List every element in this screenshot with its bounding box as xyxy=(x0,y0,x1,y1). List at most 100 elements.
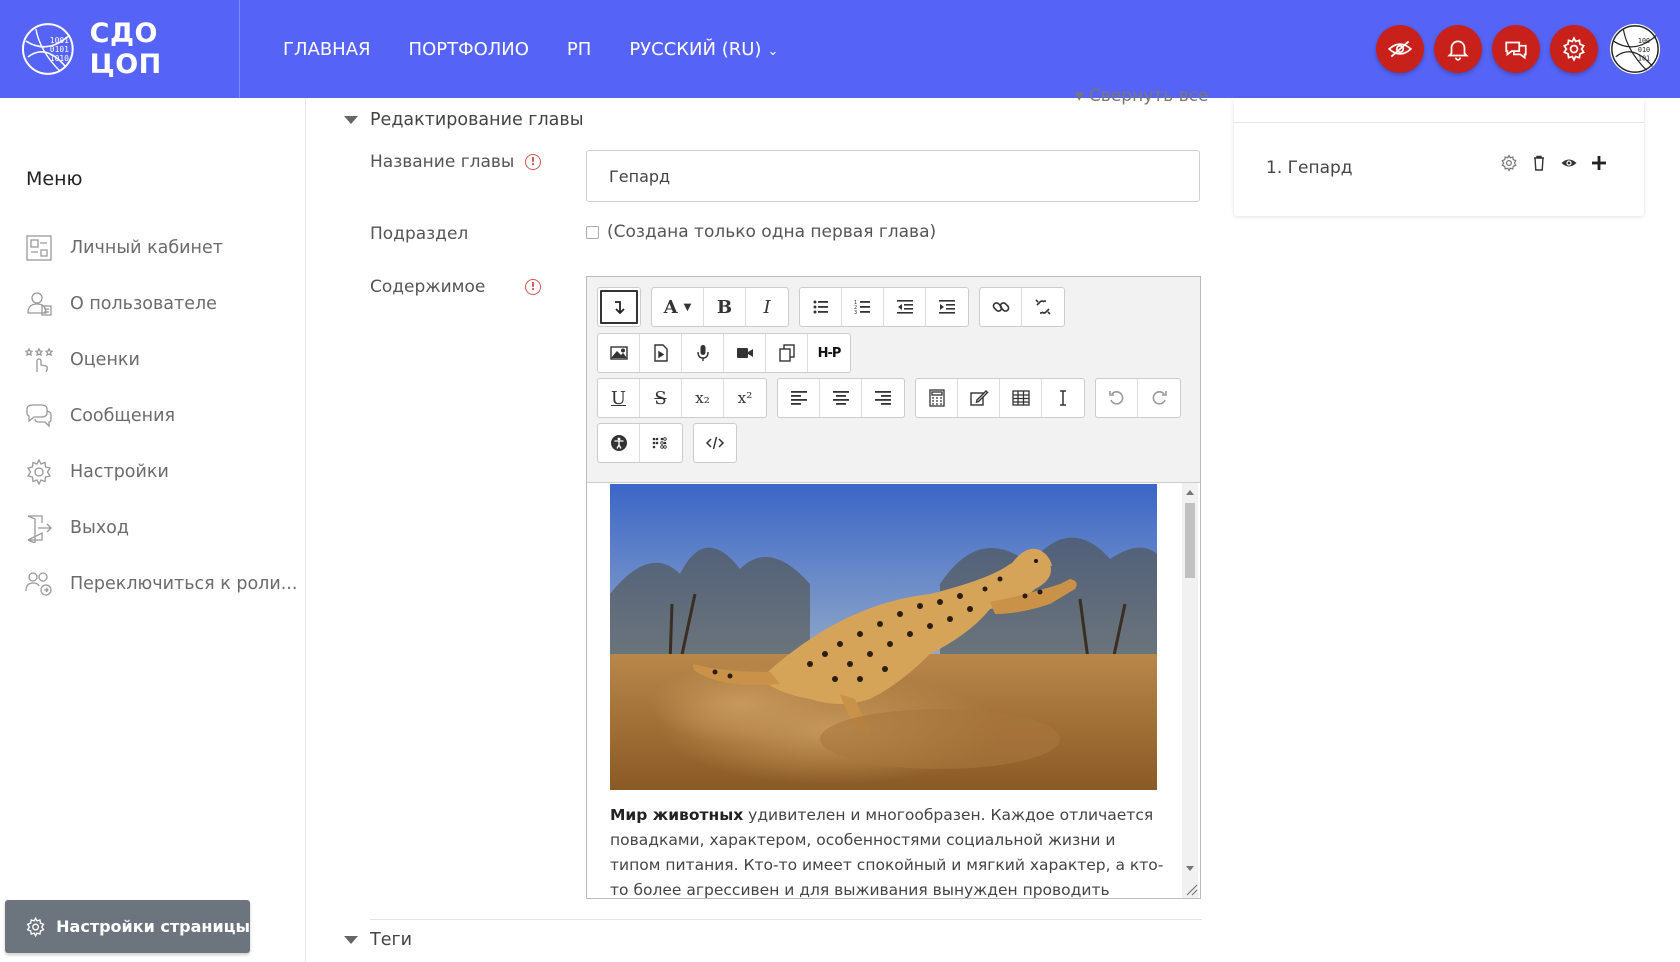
logout-icon xyxy=(27,515,52,543)
rich-text-editor: A ▼ B I 123 H-P U S x₂ x² Мир животных у… xyxy=(586,276,1201,899)
content-bold-text: Мир животных xyxy=(610,806,744,824)
nav-home[interactable]: ГЛАВНАЯ xyxy=(283,39,371,60)
divider xyxy=(1234,122,1644,123)
section-edit-chapter-toggle[interactable]: Редактирование главы xyxy=(344,110,584,130)
switch-role-icon xyxy=(25,572,52,596)
align-center-button[interactable] xyxy=(820,379,862,417)
superscript-button[interactable]: x² xyxy=(724,379,766,417)
table-button[interactable] xyxy=(1000,379,1042,417)
accessibility-checker-button[interactable] xyxy=(598,424,640,462)
nav-language-dropdown[interactable]: РУССКИЙ (RU) ⌄ xyxy=(629,39,778,60)
brand-logo-icon: 1001 0101 1010 xyxy=(21,23,74,75)
code-icon xyxy=(705,436,725,450)
underline-letter: U xyxy=(610,387,627,409)
indent-icon xyxy=(939,300,955,314)
underline-button[interactable]: U xyxy=(598,379,640,417)
svg-text:0101: 0101 xyxy=(50,45,69,54)
insert-image-button[interactable] xyxy=(598,334,640,372)
editor-scrollbar[interactable] xyxy=(1182,483,1198,898)
toc-visibility-button[interactable] xyxy=(1560,154,1578,172)
menu-item-switch-role[interactable]: Переключиться к роли... xyxy=(24,556,297,612)
align-right-button[interactable] xyxy=(862,379,904,417)
italic-button[interactable]: I xyxy=(746,288,788,326)
svg-text:010: 010 xyxy=(1638,46,1650,54)
nav-portfolio[interactable]: ПОРТФОЛИО xyxy=(409,39,529,60)
toc-edit-button[interactable] xyxy=(1500,154,1518,172)
svg-text:1001: 1001 xyxy=(50,36,69,45)
menu-item-settings[interactable]: Настройки xyxy=(24,444,297,500)
menu-list: Личный кабинет О пользователе Оценки Соо… xyxy=(24,220,297,612)
chapter-name-input[interactable] xyxy=(586,150,1200,202)
italic-letter: I xyxy=(763,296,771,318)
collapse-all-label: Свернуть все xyxy=(1088,86,1209,106)
special-chars-button[interactable] xyxy=(958,379,1000,417)
link-icon xyxy=(992,302,1009,312)
braille-icon xyxy=(652,437,667,449)
menu-item-grades[interactable]: Оценки xyxy=(24,332,297,388)
brand[interactable]: 1001 0101 1010 СДО ЦОП xyxy=(0,0,240,98)
collapse-all-link[interactable]: ▾ Свернуть все xyxy=(1075,86,1208,106)
unordered-list-button[interactable] xyxy=(800,288,842,326)
insert-h5p-button[interactable]: H-P xyxy=(808,334,850,372)
scroll-up-arrow-icon[interactable] xyxy=(1186,490,1194,495)
ordered-list-button[interactable]: 123 xyxy=(842,288,884,326)
scrollbar-thumb[interactable] xyxy=(1185,503,1195,578)
messages-button[interactable] xyxy=(1492,25,1540,73)
calculator-icon xyxy=(928,389,945,407)
subscript-button[interactable]: x₂ xyxy=(682,379,724,417)
toc-chapter-link[interactable]: 1. Гепард xyxy=(1266,158,1353,178)
menu-item-dashboard[interactable]: Личный кабинет xyxy=(24,220,297,276)
equation-button[interactable] xyxy=(916,379,958,417)
toc-delete-button[interactable] xyxy=(1530,154,1548,172)
undo-icon xyxy=(1108,391,1123,405)
strikethrough-button[interactable]: S xyxy=(640,379,682,417)
menu-item-label: Настройки xyxy=(70,462,169,482)
resize-handle-icon[interactable] xyxy=(1184,882,1198,896)
required-icon: ! xyxy=(525,279,541,295)
record-video-button[interactable] xyxy=(724,334,766,372)
page-settings-button[interactable]: Настройки страницы xyxy=(5,900,250,953)
user-avatar-icon[interactable]: 100 010 101 xyxy=(1608,22,1662,76)
toolbar-toggle-button[interactable] xyxy=(598,288,640,326)
unlink-button[interactable] xyxy=(1022,288,1064,326)
divider xyxy=(370,919,1202,920)
font-style-dropdown[interactable]: A ▼ xyxy=(652,288,704,326)
settings-button[interactable] xyxy=(1550,25,1598,73)
align-right-icon xyxy=(875,391,891,405)
scroll-down-arrow-icon[interactable] xyxy=(1186,866,1194,871)
nav-rp[interactable]: РП xyxy=(567,39,591,60)
media-file-icon xyxy=(653,344,668,362)
menu-item-messages[interactable]: Сообщения xyxy=(24,388,297,444)
indent-button[interactable] xyxy=(926,288,968,326)
profile-icon xyxy=(27,292,52,316)
language-label: РУССКИЙ (RU) xyxy=(629,38,762,60)
chevron-down-icon: ⌄ xyxy=(767,43,779,59)
manage-files-button[interactable] xyxy=(766,334,808,372)
clear-formatting-button[interactable] xyxy=(1042,379,1084,417)
undo-button[interactable] xyxy=(1096,379,1138,417)
notifications-button[interactable] xyxy=(1434,25,1482,73)
outdent-icon xyxy=(896,300,913,314)
section-tags-toggle[interactable]: Теги xyxy=(344,930,412,950)
align-center-icon xyxy=(832,391,849,405)
screenreader-helper-button[interactable] xyxy=(640,424,682,462)
left-drawer: Меню Личный кабинет О пользователе Оценк… xyxy=(0,98,306,962)
align-left-button[interactable] xyxy=(778,379,820,417)
plus-icon xyxy=(1592,156,1606,170)
html-source-button[interactable] xyxy=(694,424,736,462)
link-button[interactable] xyxy=(980,288,1022,326)
hide-blocks-button[interactable] xyxy=(1376,25,1424,73)
insert-media-button[interactable] xyxy=(640,334,682,372)
menu-item-logout[interactable]: Выход xyxy=(24,500,297,556)
outdent-button[interactable] xyxy=(884,288,926,326)
caret-down-icon xyxy=(344,936,358,944)
bold-button[interactable]: B xyxy=(704,288,746,326)
files-icon xyxy=(778,344,795,362)
editor-content-area[interactable]: Мир животных удивителен и многообразен. … xyxy=(587,483,1185,898)
subsection-checkbox[interactable] xyxy=(586,225,599,239)
menu-item-profile[interactable]: О пользователе xyxy=(24,276,297,332)
messages-icon xyxy=(26,404,52,428)
redo-button[interactable] xyxy=(1138,379,1180,417)
toc-add-button[interactable] xyxy=(1590,154,1608,172)
record-audio-button[interactable] xyxy=(682,334,724,372)
